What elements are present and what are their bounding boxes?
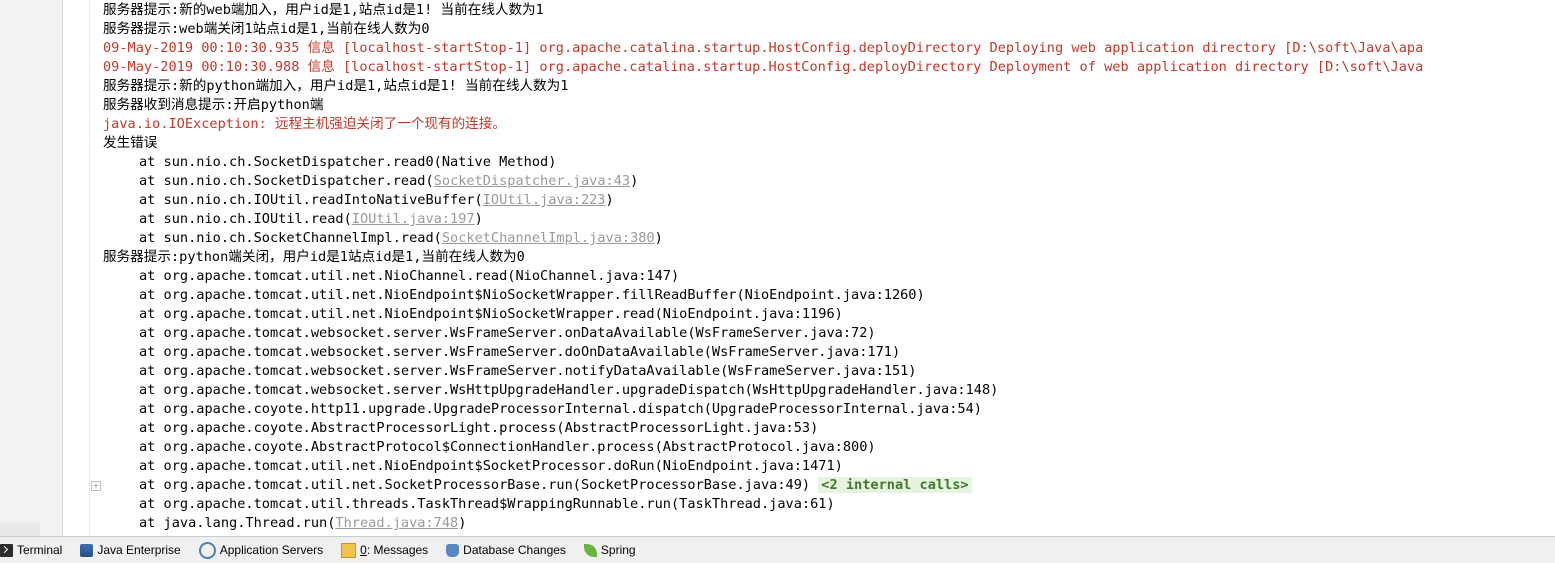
tab-label: Application Servers [219,543,324,557]
spring-tab[interactable]: Spring [577,537,647,563]
stack-frame: at org.apache.tomcat.util.net.NioEndpoin… [139,458,843,474]
stack-frame-text: ) [654,230,663,246]
tool-window-bar: Terminal Java Enterprise Application Ser… [0,536,1555,563]
stack-frame: at sun.nio.ch.SocketChannelImpl.read(Soc… [103,229,1555,248]
source-link[interactable]: IOUtil.java:223 [483,192,606,208]
fold-gutter [63,0,90,537]
console-line: 服务器提示:python端关闭，用户id是1站点id是1,当前在线人数为0 [103,249,525,265]
stack-frame-text: at sun.nio.ch.IOUtil.read( [139,211,352,227]
terminal-icon [0,543,13,557]
source-link[interactable]: Thread.java:748 [335,515,458,531]
tab-label: 0: Messages [360,543,428,557]
database-changes-tab[interactable]: Database Changes [439,537,577,563]
stack-frame-text: at sun.nio.ch.IOUtil.readIntoNativeBuffe… [139,192,483,208]
stack-frame: at org.apache.coyote.http11.upgrade.Upgr… [139,401,982,417]
tab-label: Database Changes [463,543,566,557]
application-servers-tab[interactable]: Application Servers [192,537,334,563]
messages-tab[interactable]: 0: Messages [334,537,439,563]
stack-frame: at java.lang.Thread.run(Thread.java:748) [103,514,1555,533]
tab-label: Java Enterprise [97,543,181,557]
stack-frame: at org.apache.tomcat.util.net.NioEndpoin… [139,306,843,322]
stack-frame: at org.apache.tomcat.util.threads.TaskTh… [139,496,835,512]
console-line: 服务器提示:web端关闭1站点id是1,当前在线人数为0 [103,21,430,37]
database-icon [446,543,460,557]
stack-frame-text: at java.lang.Thread.run( [139,515,336,531]
spring-icon [583,543,597,557]
console-log-line: 09-May-2019 00:10:30.988 信息 [localhost-s… [103,59,1424,75]
source-link[interactable]: IOUtil.java:197 [352,211,475,227]
stack-frame-text: ) [630,173,639,189]
java-enterprise-icon [80,543,94,557]
stack-frame-text: ) [605,192,614,208]
stack-frame: at org.apache.tomcat.util.net.SocketProc… [103,476,1555,495]
terminal-tab[interactable]: Terminal [0,537,73,563]
console-line: 服务器收到消息提示:开启python端 [103,97,324,113]
tab-mnemonic: 0 [360,543,367,557]
stack-frame: at org.apache.tomcat.websocket.server.Ws… [139,363,917,379]
stack-frame: at org.apache.tomcat.websocket.server.Ws… [139,382,999,398]
stack-frame: at org.apache.coyote.AbstractProcessorLi… [139,420,819,436]
stack-frame: at org.apache.tomcat.websocket.server.Ws… [139,344,901,360]
stack-frame: at org.apache.tomcat.websocket.server.Ws… [139,325,876,341]
console-output[interactable]: 服务器提示:新的web端加入，用户id是1,站点id是1! 当前在线人数为1 服… [103,0,1555,537]
java-enterprise-tab[interactable]: Java Enterprise [73,537,191,563]
tool-window-gutter [0,0,63,537]
tab-label: Spring [600,543,636,557]
console-line: 发生错误 [103,135,158,151]
stack-frame: at sun.nio.ch.IOUtil.read(IOUtil.java:19… [103,210,1555,229]
fold-expand-icon[interactable]: + [91,481,101,491]
application-servers-icon [198,541,216,559]
stack-frame: at sun.nio.ch.SocketDispatcher.read0(Nat… [139,154,557,170]
stack-frame: at sun.nio.ch.SocketDispatcher.read(Sock… [103,172,1555,191]
gutter-lower-strip [0,523,40,537]
stack-frame-text: at sun.nio.ch.SocketChannelImpl.read( [139,230,442,246]
stack-frame: at org.apache.coyote.AbstractProtocol$Co… [139,439,876,455]
internal-calls-fold[interactable]: <2 internal calls> [818,477,972,493]
stack-frame: at org.apache.tomcat.util.net.NioChannel… [139,268,680,284]
console-line: 服务器提示:新的python端加入，用户id是1,站点id是1! 当前在线人数为… [103,78,569,94]
tab-label-rest: : Messages [366,543,429,557]
messages-icon [341,542,357,558]
stack-frame-text: ) [474,211,483,227]
stack-frame-text: ) [458,515,467,531]
source-link[interactable]: SocketDispatcher.java:43 [434,173,630,189]
console-log-line: 09-May-2019 00:10:30.935 信息 [localhost-s… [103,40,1424,56]
stack-frame-text: at org.apache.tomcat.util.net.SocketProc… [139,477,811,493]
stack-frame: at sun.nio.ch.IOUtil.readIntoNativeBuffe… [103,191,1555,210]
tab-label: Terminal [17,543,63,557]
stack-frame-text: at sun.nio.ch.SocketDispatcher.read( [139,173,434,189]
console-line: 服务器提示:新的web端加入，用户id是1,站点id是1! 当前在线人数为1 [103,2,544,18]
source-link[interactable]: SocketChannelImpl.java:380 [442,230,655,246]
stack-frame: at org.apache.tomcat.util.net.NioEndpoin… [139,287,925,303]
exception-line: java.io.IOException: 远程主机强迫关闭了一个现有的连接。 [103,116,506,132]
